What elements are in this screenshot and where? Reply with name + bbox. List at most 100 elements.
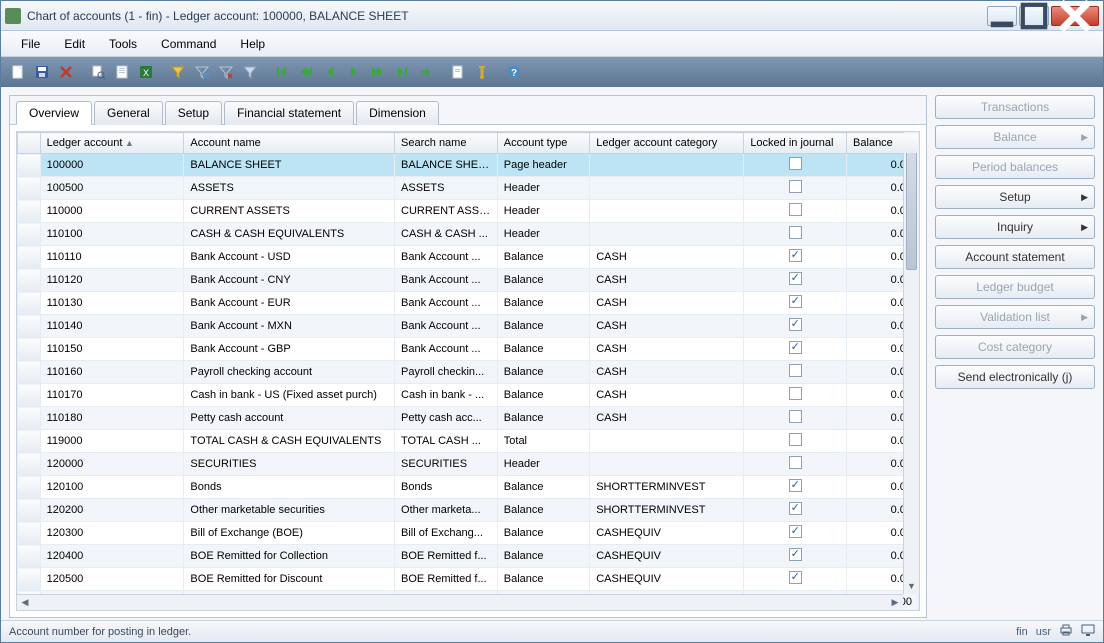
locked-checkbox[interactable] xyxy=(789,249,802,262)
cell-locked[interactable] xyxy=(744,430,847,453)
cell-cat[interactable]: CASH xyxy=(590,315,744,338)
filter-clear-icon[interactable] xyxy=(215,61,237,83)
scroll-thumb[interactable] xyxy=(906,150,917,270)
cell-search[interactable]: Payroll checkin... xyxy=(395,361,498,384)
table-row[interactable]: 120300Bill of Exchange (BOE)Bill of Exch… xyxy=(18,522,919,545)
cell-search[interactable]: Bonds xyxy=(395,476,498,499)
cell-locked[interactable] xyxy=(744,407,847,430)
cell-locked[interactable] xyxy=(744,384,847,407)
cell-search[interactable]: TOTAL CASH ... xyxy=(395,430,498,453)
side-setup-button[interactable]: Setup▶ xyxy=(935,185,1095,209)
locked-checkbox[interactable] xyxy=(789,272,802,285)
column-name[interactable]: Account name xyxy=(184,133,395,154)
cell-locked[interactable] xyxy=(744,269,847,292)
locked-checkbox[interactable] xyxy=(789,318,802,331)
cell-cat[interactable]: CASH xyxy=(590,407,744,430)
row-selector[interactable] xyxy=(18,476,41,499)
table-row[interactable]: 100500ASSETSASSETSHeader0.00 xyxy=(18,177,919,200)
cell-search[interactable]: Cash in bank - ... xyxy=(395,384,498,407)
cell-name[interactable]: CURRENT ASSETS xyxy=(184,200,395,223)
cell-name[interactable]: Bank Account - EUR xyxy=(184,292,395,315)
row-selector[interactable] xyxy=(18,430,41,453)
cell-ledger[interactable]: 110130 xyxy=(40,292,184,315)
cell-cat[interactable] xyxy=(590,223,744,246)
cell-type[interactable]: Header xyxy=(497,223,589,246)
cell-locked[interactable] xyxy=(744,292,847,315)
nav-prev-icon[interactable] xyxy=(295,61,317,83)
side-inquiry-button[interactable]: Inquiry▶ xyxy=(935,215,1095,239)
close-button[interactable] xyxy=(1051,6,1099,26)
cell-ledger[interactable]: 110170 xyxy=(40,384,184,407)
cell-type[interactable]: Balance xyxy=(497,315,589,338)
column-cat[interactable]: Ledger account category xyxy=(590,133,744,154)
cell-ledger[interactable]: 110110 xyxy=(40,246,184,269)
cell-type[interactable]: Page header xyxy=(497,154,589,177)
table-row[interactable]: 110140Bank Account - MXNBank Account ...… xyxy=(18,315,919,338)
maximize-button[interactable] xyxy=(1019,6,1049,26)
menu-help[interactable]: Help xyxy=(230,33,275,55)
cell-locked[interactable] xyxy=(744,154,847,177)
row-selector[interactable] xyxy=(18,545,41,568)
delete-icon[interactable] xyxy=(55,61,77,83)
row-selector[interactable] xyxy=(18,292,41,315)
cell-search[interactable]: Bank Account ... xyxy=(395,269,498,292)
locked-checkbox[interactable] xyxy=(789,410,802,423)
menu-tools[interactable]: Tools xyxy=(99,33,147,55)
locked-checkbox[interactable] xyxy=(789,433,802,446)
cell-cat[interactable]: SHORTTERMINVEST xyxy=(590,476,744,499)
tab-dimension[interactable]: Dimension xyxy=(356,101,439,125)
print-preview-icon[interactable] xyxy=(87,61,109,83)
cell-search[interactable]: CURRENT ASSE... xyxy=(395,200,498,223)
row-selector[interactable] xyxy=(18,200,41,223)
cell-name[interactable]: Bank Account - CNY xyxy=(184,269,395,292)
cell-search[interactable]: Petty cash acc... xyxy=(395,407,498,430)
cell-search[interactable]: Bill of Exchang... xyxy=(395,522,498,545)
locked-checkbox[interactable] xyxy=(789,157,802,170)
cell-name[interactable]: Bank Account - USD xyxy=(184,246,395,269)
cell-name[interactable]: Bill of Exchange (BOE) xyxy=(184,522,395,545)
filter-icon[interactable] xyxy=(239,61,261,83)
row-selector[interactable] xyxy=(18,453,41,476)
cell-cat[interactable] xyxy=(590,453,744,476)
cell-search[interactable]: Bank Account ... xyxy=(395,338,498,361)
cell-name[interactable]: TOTAL CASH & CASH EQUIVALENTS xyxy=(184,430,395,453)
new-icon[interactable] xyxy=(7,61,29,83)
cell-ledger[interactable]: 120000 xyxy=(40,453,184,476)
menu-command[interactable]: Command xyxy=(151,33,226,55)
cell-name[interactable]: Payroll checking account xyxy=(184,361,395,384)
row-selector[interactable] xyxy=(18,338,41,361)
cell-type[interactable]: Balance xyxy=(497,499,589,522)
nav-play-back-icon[interactable] xyxy=(319,61,341,83)
cell-ledger[interactable]: 110100 xyxy=(40,223,184,246)
attachments-icon[interactable] xyxy=(471,61,493,83)
cell-type[interactable]: Balance xyxy=(497,568,589,591)
column-type[interactable]: Account type xyxy=(497,133,589,154)
cell-ledger[interactable]: 100000 xyxy=(40,154,184,177)
status-printer-icon[interactable] xyxy=(1059,624,1073,639)
cell-type[interactable]: Balance xyxy=(497,545,589,568)
cell-type[interactable]: Balance xyxy=(497,269,589,292)
cell-cat[interactable]: CASH xyxy=(590,361,744,384)
row-selector[interactable] xyxy=(18,407,41,430)
row-selector[interactable] xyxy=(18,361,41,384)
cell-locked[interactable] xyxy=(744,453,847,476)
cell-name[interactable]: Bank Account - GBP xyxy=(184,338,395,361)
nav-end-icon[interactable] xyxy=(415,61,437,83)
cell-locked[interactable] xyxy=(744,568,847,591)
cell-ledger[interactable]: 120200 xyxy=(40,499,184,522)
cell-name[interactable]: Other marketable securities xyxy=(184,499,395,522)
cell-cat[interactable]: CASHEQUIV xyxy=(590,522,744,545)
cell-ledger[interactable]: 110120 xyxy=(40,269,184,292)
scroll-down-icon[interactable]: ▼ xyxy=(904,578,919,594)
cell-name[interactable]: BOE Remitted for Discount xyxy=(184,568,395,591)
cell-locked[interactable] xyxy=(744,246,847,269)
locked-checkbox[interactable] xyxy=(789,525,802,538)
cell-type[interactable]: Balance xyxy=(497,292,589,315)
tab-setup[interactable]: Setup xyxy=(165,101,222,125)
vertical-scrollbar[interactable]: ▲ ▼ xyxy=(903,132,919,594)
tab-overview[interactable]: Overview xyxy=(16,101,92,125)
row-selector-header[interactable] xyxy=(18,133,41,154)
cell-locked[interactable] xyxy=(744,177,847,200)
table-row[interactable]: 110170Cash in bank - US (Fixed asset pur… xyxy=(18,384,919,407)
cell-cat[interactable]: CASH xyxy=(590,246,744,269)
